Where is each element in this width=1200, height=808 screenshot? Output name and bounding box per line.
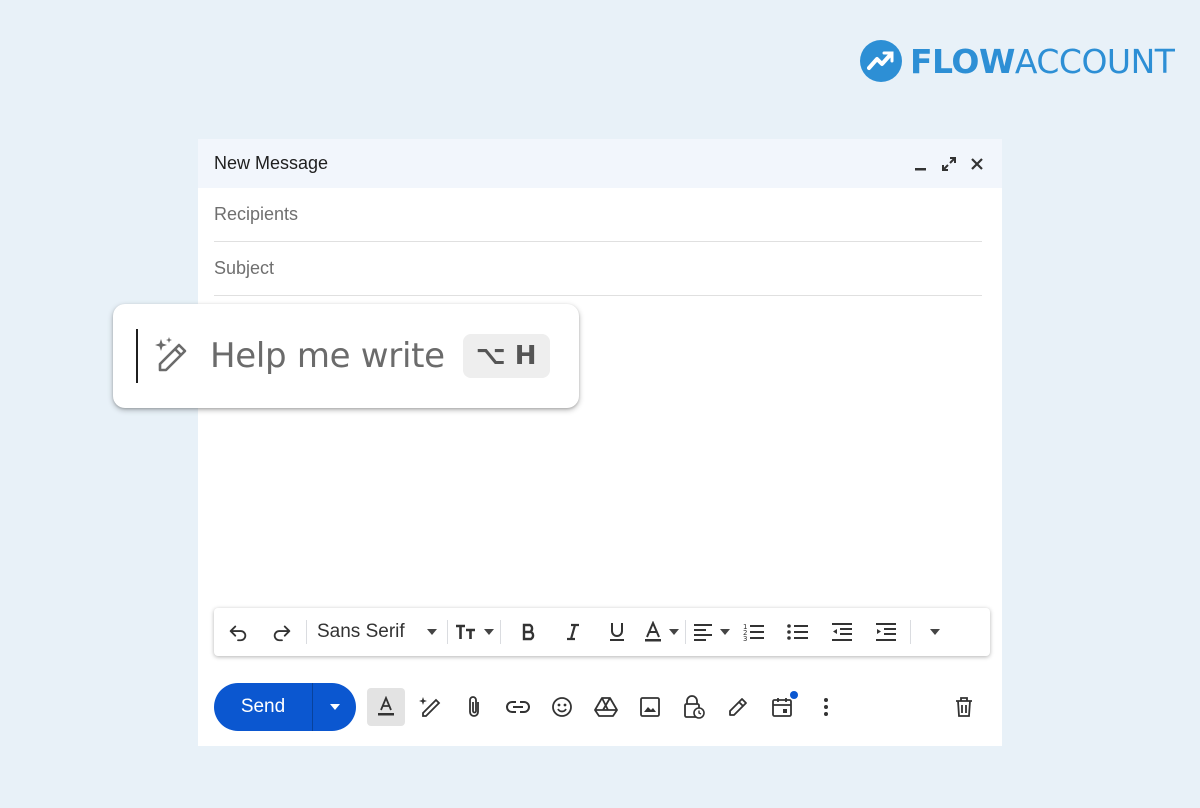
link-icon[interactable]	[496, 687, 540, 727]
close-icon[interactable]	[968, 155, 986, 173]
chevron-down-icon	[426, 629, 437, 635]
compose-title: New Message	[214, 153, 329, 173]
discard-icon[interactable]	[942, 687, 986, 727]
recipients-input[interactable]	[214, 204, 982, 225]
send-button-group: Send	[214, 683, 356, 731]
header-actions	[912, 155, 986, 173]
numbered-list-icon[interactable]: 123	[736, 614, 772, 650]
chevron-down-icon	[329, 704, 340, 710]
chevron-down-icon	[719, 629, 730, 635]
help-me-write-label: Help me write	[210, 336, 445, 376]
formatting-options-icon[interactable]	[367, 688, 405, 726]
subject-input[interactable]	[214, 258, 982, 279]
signature-icon[interactable]	[716, 687, 760, 727]
font-size-button[interactable]	[454, 614, 494, 650]
align-button[interactable]	[692, 614, 730, 650]
recipients-field[interactable]	[214, 188, 982, 242]
subject-field[interactable]	[214, 242, 982, 296]
svg-text:3: 3	[743, 635, 747, 643]
drive-icon[interactable]	[584, 687, 628, 727]
minimize-icon[interactable]	[912, 155, 930, 173]
compose-window: New Message Sans Serif	[198, 139, 1002, 746]
align-icon	[693, 624, 712, 641]
toolbar-divider	[499, 620, 501, 644]
more-options-icon[interactable]	[804, 687, 848, 727]
redo-icon[interactable]	[264, 614, 300, 650]
help-me-write-icon[interactable]	[408, 687, 452, 727]
font-family-value: Sans Serif	[317, 621, 405, 642]
flowaccount-logo: FLOWACCOUNT	[860, 40, 1175, 82]
font-size-icon	[455, 624, 475, 639]
logo-text: FLOWACCOUNT	[910, 41, 1175, 81]
indent-less-icon[interactable]	[824, 614, 860, 650]
send-options-button[interactable]	[312, 683, 356, 731]
confidential-mode-icon[interactable]	[672, 687, 716, 727]
toolbar-divider	[684, 620, 686, 644]
undo-icon[interactable]	[220, 614, 256, 650]
more-formatting-icon[interactable]	[917, 614, 953, 650]
toolbar-divider	[306, 620, 307, 644]
help-me-write-popup[interactable]: Help me write ⌥ H	[113, 304, 579, 408]
chevron-down-icon	[929, 629, 940, 635]
expand-icon[interactable]	[940, 155, 958, 173]
bold-icon[interactable]	[511, 614, 547, 650]
compose-header: New Message	[198, 139, 1002, 188]
schedule-icon[interactable]	[760, 687, 804, 727]
toolbar-divider	[909, 620, 911, 644]
text-color-button[interactable]	[643, 614, 679, 650]
chevron-down-icon	[668, 629, 679, 635]
toolbar-divider	[446, 620, 448, 644]
notification-dot	[790, 691, 798, 699]
photo-icon[interactable]	[628, 687, 672, 727]
italic-icon[interactable]	[555, 614, 591, 650]
send-button[interactable]: Send	[214, 683, 312, 731]
attach-icon[interactable]	[452, 687, 496, 727]
trend-arrow-icon	[860, 40, 902, 82]
emoji-icon[interactable]	[540, 687, 584, 727]
formatting-toolbar: Sans Serif 123	[214, 608, 990, 656]
compose-action-bar: Send	[214, 683, 986, 731]
keyboard-shortcut: ⌥ H	[462, 334, 550, 378]
font-family-select[interactable]: Sans Serif	[313, 614, 441, 650]
underline-icon[interactable]	[599, 614, 635, 650]
indent-more-icon[interactable]	[868, 614, 904, 650]
magic-pen-icon	[155, 337, 187, 372]
text-cursor	[136, 329, 138, 383]
chevron-down-icon	[483, 629, 494, 635]
text-color-icon	[644, 621, 661, 642]
bulleted-list-icon[interactable]	[780, 614, 816, 650]
